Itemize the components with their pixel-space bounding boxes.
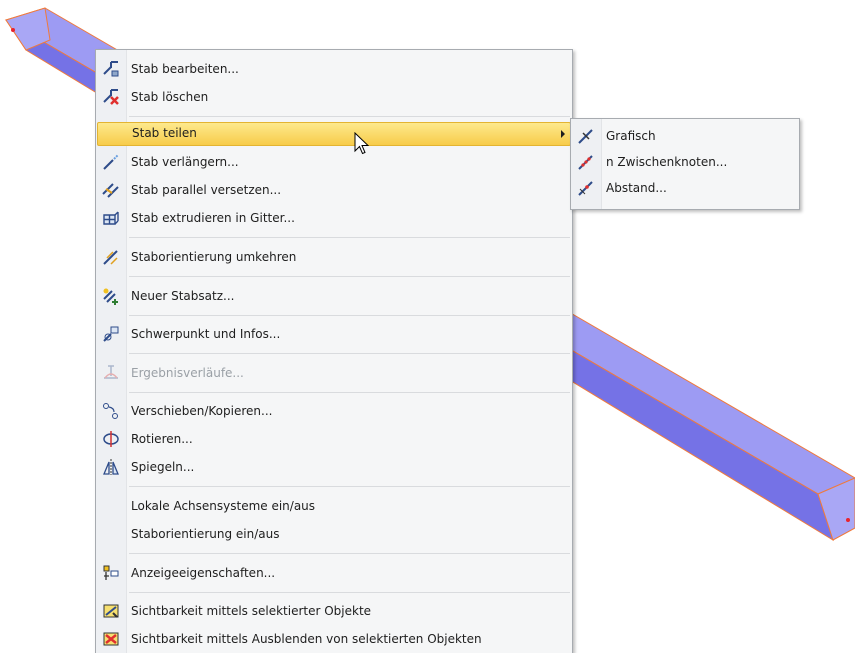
menu-item-label: Sichtbarkeit mittels selektierter Objekt…: [131, 604, 372, 618]
menu-item-label: Neuer Stabsatz...: [131, 289, 235, 303]
new-member-set-icon: [103, 288, 118, 305]
display-properties-icon: [103, 565, 119, 580]
menu-item-label: Stab bearbeiten...: [131, 62, 239, 76]
menu-item-stab-bearbeiten[interactable]: Stab bearbeiten...: [97, 58, 571, 80]
context-menu: Stab bearbeiten... Stab löschen Stab tei…: [95, 49, 573, 653]
menu-separator: [129, 353, 570, 354]
move-copy-icon: [103, 403, 118, 419]
menu-item-ergebnisverlaeufe: Ergebnisverläufe...: [97, 362, 571, 384]
menu-separator: [129, 486, 570, 487]
edit-member-icon: [103, 61, 119, 77]
menu-item-label: Schwerpunkt und Infos...: [131, 327, 281, 341]
menu-item-stab-verlaengern[interactable]: Stab verlängern...: [97, 151, 571, 173]
menu-item-sichtbarkeit-selektiert[interactable]: Sichtbarkeit mittels selektierter Objekt…: [97, 600, 571, 622]
menu-item-label: Staborientierung umkehren: [131, 250, 297, 264]
start-node[interactable]: [11, 28, 15, 32]
menu-item-anzeigeeigenschaften[interactable]: Anzeigeeigenschaften...: [97, 562, 571, 584]
menu-item-label: Stab löschen: [131, 90, 209, 104]
menu-item-label: Ergebnisverläufe...: [131, 366, 244, 380]
menu-item-spiegeln[interactable]: Spiegeln...: [97, 456, 571, 478]
menu-item-label: Stab extrudieren in Gitter...: [131, 211, 295, 225]
menu-item-label: Lokale Achsensysteme ein/aus: [131, 499, 316, 513]
menu-item-stab-loeschen[interactable]: Stab löschen: [97, 86, 571, 108]
submenu-item-label: Grafisch: [606, 129, 656, 143]
menu-separator: [129, 237, 570, 238]
menu-item-label: Stab teilen: [132, 126, 197, 140]
menu-item-label: Anzeigeeigenschaften...: [131, 566, 276, 580]
divide-distance-icon: [578, 181, 593, 196]
menu-separator: [129, 116, 570, 117]
menu-separator: [129, 276, 570, 277]
submenu-item-abstand[interactable]: Abstand...: [572, 177, 798, 199]
offset-parallel-icon: [102, 183, 119, 198]
menu-item-label: Staborientierung ein/aus: [131, 527, 280, 541]
submenu-item-n-zwischenknoten[interactable]: n Zwischenknoten...: [572, 151, 798, 173]
extrude-grid-icon: [103, 211, 119, 225]
visibility-selected-icon: [103, 604, 119, 618]
menu-item-label: Sichtbarkeit mittels Ausblenden von sele…: [131, 632, 482, 646]
menu-item-label: Rotieren...: [131, 432, 193, 446]
menu-item-rotieren[interactable]: Rotieren...: [97, 428, 571, 450]
rotate-icon: [103, 431, 119, 447]
submenu-arrow-icon: [561, 130, 565, 138]
menu-item-staborientierung-umkehren[interactable]: Staborientierung umkehren: [97, 246, 571, 268]
menu-item-neuer-stabsatz[interactable]: Neuer Stabsatz...: [97, 285, 571, 307]
divide-graphic-icon: [578, 129, 593, 144]
centroid-info-icon: [103, 326, 119, 342]
submenu-item-grafisch[interactable]: Grafisch: [572, 125, 798, 147]
divide-n-nodes-icon: [578, 155, 593, 170]
menu-item-stab-parallel-versetzen[interactable]: Stab parallel versetzen...: [97, 179, 571, 201]
submenu-item-label: Abstand...: [606, 181, 667, 195]
menu-item-stab-teilen[interactable]: Stab teilen: [97, 122, 571, 146]
reverse-orientation-icon: [103, 250, 118, 265]
mouse-cursor-icon: [354, 132, 370, 155]
mirror-icon: [103, 459, 119, 475]
menu-item-label: Stab parallel versetzen...: [131, 183, 282, 197]
menu-item-verschieben-kopieren[interactable]: Verschieben/Kopieren...: [97, 400, 571, 422]
extend-member-icon: [103, 154, 119, 170]
submenu-stab-teilen: Grafisch n Zwischenknoten... Abstand...: [570, 118, 800, 210]
menu-separator: [129, 553, 570, 554]
menu-item-label: Verschieben/Kopieren...: [131, 404, 273, 418]
menu-item-lokale-achsensysteme[interactable]: Lokale Achsensysteme ein/aus: [97, 495, 571, 517]
menu-separator: [129, 592, 570, 593]
menu-item-stab-extrudieren[interactable]: Stab extrudieren in Gitter...: [97, 207, 571, 229]
submenu-item-label: n Zwischenknoten...: [606, 155, 728, 169]
menu-item-label: Spiegeln...: [131, 460, 195, 474]
menu-separator: [129, 315, 570, 316]
result-diagrams-icon: [104, 365, 118, 379]
menu-item-label: Stab verlängern...: [131, 155, 239, 169]
menu-item-sichtbarkeit-ausblenden[interactable]: Sichtbarkeit mittels Ausblenden von sele…: [97, 628, 571, 650]
end-node[interactable]: [846, 518, 850, 522]
menu-item-schwerpunkt-infos[interactable]: Schwerpunkt und Infos...: [97, 323, 571, 345]
visibility-hide-selected-icon: [103, 632, 119, 646]
menu-separator: [129, 392, 570, 393]
menu-item-staborientierung-ein-aus[interactable]: Staborientierung ein/aus: [97, 523, 571, 545]
delete-member-icon: [103, 89, 119, 105]
